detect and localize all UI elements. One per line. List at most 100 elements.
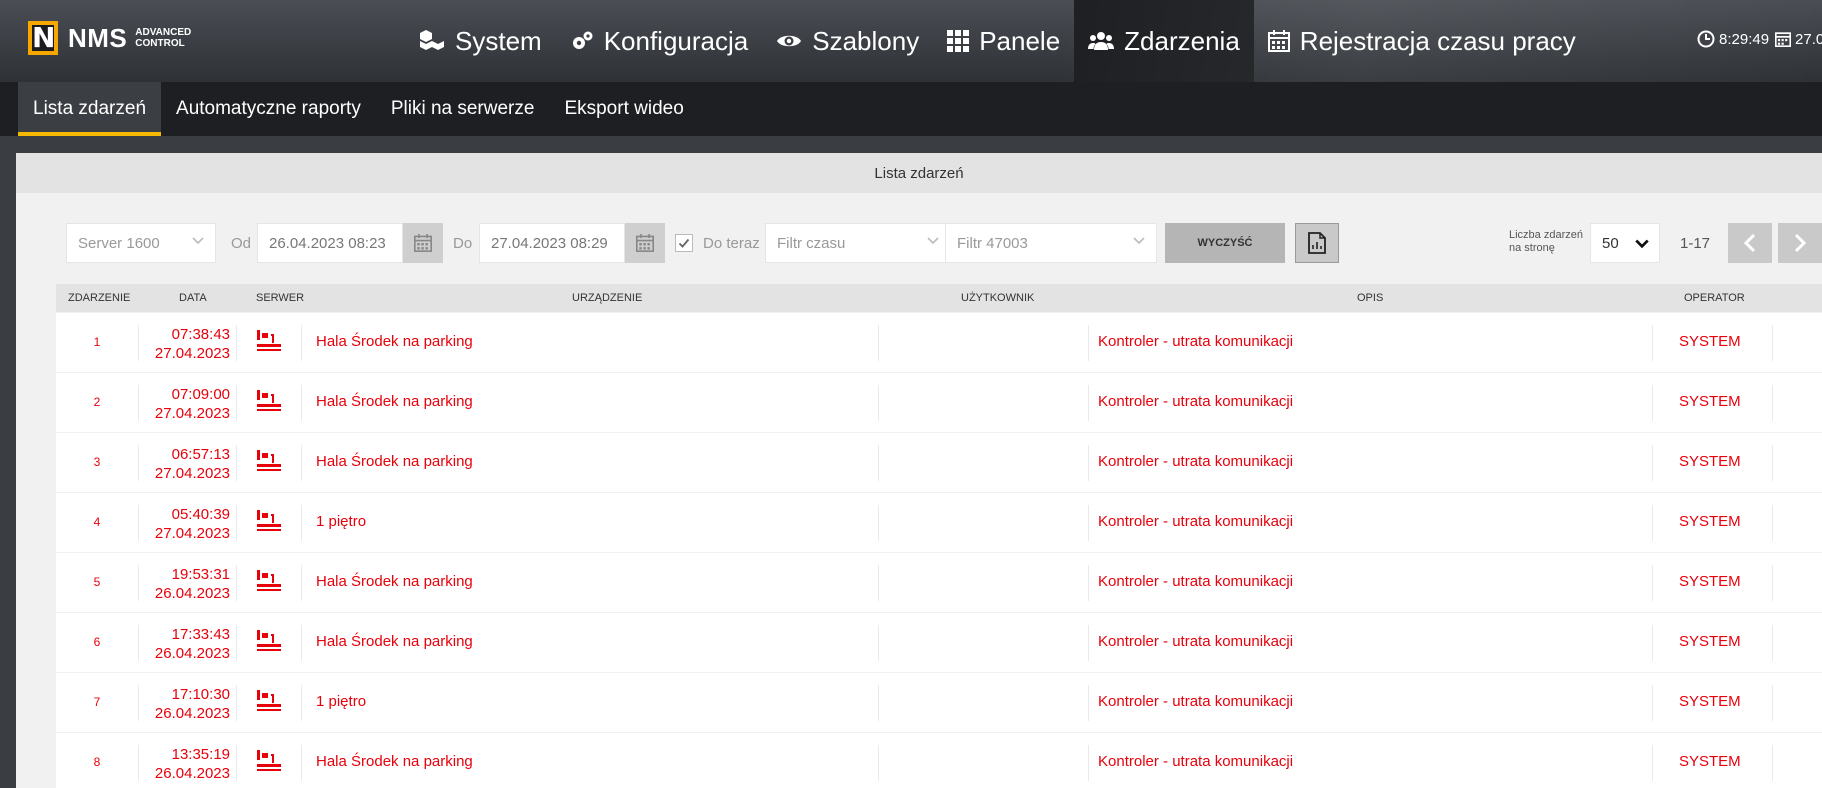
col-date[interactable]: Data [179, 292, 207, 304]
col-device[interactable]: Urządzenie [572, 292, 642, 304]
event-device: Hala Środek na parking [316, 453, 473, 470]
top-bar: N NMS ADVANCED CONTROL System Konfigurac… [0, 0, 1822, 82]
event-description: Kontroler - utrata komunikacji [1098, 693, 1294, 710]
event-table-body: 1 07:38:43 27.04.2023 Hala Środek na park… [56, 313, 1822, 788]
date-from-input[interactable]: 26.04.2023 08:23 [257, 223, 403, 263]
date-to-input[interactable]: 27.04.2023 08:29 [479, 223, 625, 263]
nav-label: System [455, 25, 542, 56]
col-server[interactable]: Serwer [256, 292, 304, 304]
event-description: Kontroler - utrata komunikacji [1098, 573, 1294, 590]
nav-label: Panele [979, 25, 1061, 56]
nav-events[interactable]: Zdarzenia [1074, 0, 1254, 82]
app-logo[interactable]: N NMS ADVANCED CONTROL [24, 14, 191, 62]
prev-page-button[interactable] [1728, 223, 1772, 263]
table-row[interactable]: 2 07:09:00 27.04.2023 Hala Środek na park… [56, 373, 1822, 432]
event-number: 7 [93, 695, 101, 709]
nav-label: Zdarzenia [1124, 25, 1240, 56]
server-icon [257, 750, 281, 771]
event-filter-value: Filtr 47003 [957, 234, 1028, 252]
tab-video-export[interactable]: Eksport wideo [549, 82, 698, 136]
table-header: Zdarzenie Data Serwer Urządzenie Użytkow… [56, 284, 1822, 312]
clock-icon [1697, 30, 1715, 48]
cubes-icon [419, 30, 445, 52]
event-datetime: 07:09:00 27.04.2023 [154, 386, 230, 422]
nav-templates[interactable]: Szablony [762, 0, 933, 82]
logo-subtitle: ADVANCED CONTROL [135, 27, 192, 49]
chevron-left-icon [1743, 233, 1756, 253]
tab-automatic-reports[interactable]: Automatyczne raporty [161, 82, 376, 136]
table-row[interactable]: 5 19:53:31 26.04.2023 Hala Środek na park… [56, 553, 1822, 612]
event-operator: SYSTEM [1679, 753, 1741, 770]
event-device: Hala Środek na parking [316, 633, 473, 650]
event-number: 8 [93, 755, 101, 769]
until-now-checkbox[interactable] [675, 234, 693, 252]
clear-button[interactable]: WYCZYŚĆ [1165, 223, 1285, 263]
tab-event-list[interactable]: Lista zdarzeń [18, 82, 162, 136]
table-row[interactable]: 6 17:33:43 26.04.2023 Hala Środek na park… [56, 613, 1822, 672]
event-number: 6 [93, 635, 101, 649]
server-icon [257, 690, 281, 711]
per-page-select[interactable]: 50 [1590, 223, 1660, 263]
nav-time-registration[interactable]: Rejestracja czasu pracy [1254, 0, 1590, 82]
calendar-icon [1775, 31, 1792, 47]
date-from-calendar-button[interactable] [403, 223, 443, 263]
event-number: 5 [93, 575, 101, 589]
export-report-button[interactable] [1295, 223, 1339, 263]
per-page-label-line1: Liczba zdarzeń [1509, 229, 1583, 241]
table-row[interactable]: 8 13:35:19 26.04.2023 Hala Środek na park… [56, 733, 1822, 788]
event-operator: SYSTEM [1679, 513, 1741, 530]
table-row[interactable]: 3 06:57:13 27.04.2023 Hala Środek na park… [56, 433, 1822, 492]
event-device: Hala Środek na parking [316, 333, 473, 350]
col-user[interactable]: Użytkownik [961, 292, 1034, 304]
grid-icon [947, 30, 970, 52]
col-description[interactable]: Opis [1357, 292, 1383, 304]
nav-configuration[interactable]: Konfiguracja [556, 0, 763, 82]
clock: 8:29:49 27.0 [1697, 30, 1822, 48]
event-description: Kontroler - utrata komunikacji [1098, 453, 1294, 470]
event-number: 2 [93, 395, 101, 409]
event-device: 1 piętro [316, 693, 367, 710]
event-description: Kontroler - utrata komunikacji [1098, 333, 1294, 350]
tab-server-files[interactable]: Pliki na serwerze [376, 82, 550, 136]
table-row[interactable]: 1 07:38:43 27.04.2023 Hala Środek na park… [56, 313, 1822, 372]
server-select[interactable]: Server 1600 [66, 223, 216, 263]
chevron-down-icon [927, 237, 939, 245]
event-device: 1 piętro [316, 513, 367, 530]
users-icon [1088, 31, 1115, 51]
col-event[interactable]: Zdarzenie [68, 292, 130, 304]
event-datetime: 07:38:43 27.04.2023 [154, 326, 230, 362]
event-number: 3 [93, 455, 101, 469]
nav-system[interactable]: System [405, 0, 556, 82]
table-row[interactable]: 4 05:40:39 27.04.2023 1 piętro Kontroler … [56, 493, 1822, 552]
event-operator: SYSTEM [1679, 453, 1741, 470]
date-to-calendar-button[interactable] [625, 223, 665, 263]
calendar-icon [414, 234, 432, 252]
event-datetime: 06:57:13 27.04.2023 [154, 446, 230, 482]
next-page-button[interactable] [1778, 223, 1822, 263]
server-select-value: Server 1600 [78, 234, 160, 252]
time-filter-value: Filtr czasu [777, 234, 846, 252]
chevron-down-icon [1635, 239, 1649, 249]
nav-label: Konfiguracja [603, 25, 749, 56]
event-datetime: 19:53:31 26.04.2023 [154, 566, 230, 602]
filter-bar: Server 1600 Od 26.04.2023 08:23 Do 27.04… [16, 223, 1822, 265]
event-filter-select[interactable]: Filtr 47003 [945, 223, 1157, 263]
event-datetime: 17:33:43 26.04.2023 [154, 626, 230, 662]
sub-nav: Lista zdarzeń Automatyczne raporty Pliki… [0, 82, 1822, 136]
clock-date: 27.0 [1795, 30, 1822, 48]
page-range: 1-17 [1680, 235, 1711, 252]
per-page-label-line2: na stronę [1509, 242, 1555, 254]
event-operator: SYSTEM [1679, 573, 1741, 590]
nav-panels[interactable]: Panele [933, 0, 1074, 82]
col-operator[interactable]: Operator [1684, 292, 1745, 304]
until-now-label: Do teraz [703, 235, 760, 252]
document-icon [1308, 232, 1326, 254]
event-device: Hala Środek na parking [316, 573, 473, 590]
check-icon [678, 238, 690, 248]
server-icon [257, 510, 281, 531]
server-icon [257, 450, 281, 471]
table-row[interactable]: 7 17:10:30 26.04.2023 1 piętro Kontroler … [56, 673, 1822, 732]
time-filter-select[interactable]: Filtr czasu [765, 223, 951, 263]
per-page-label: Liczba zdarzeń na stronę [1509, 229, 1583, 255]
chevron-down-icon [192, 237, 204, 245]
